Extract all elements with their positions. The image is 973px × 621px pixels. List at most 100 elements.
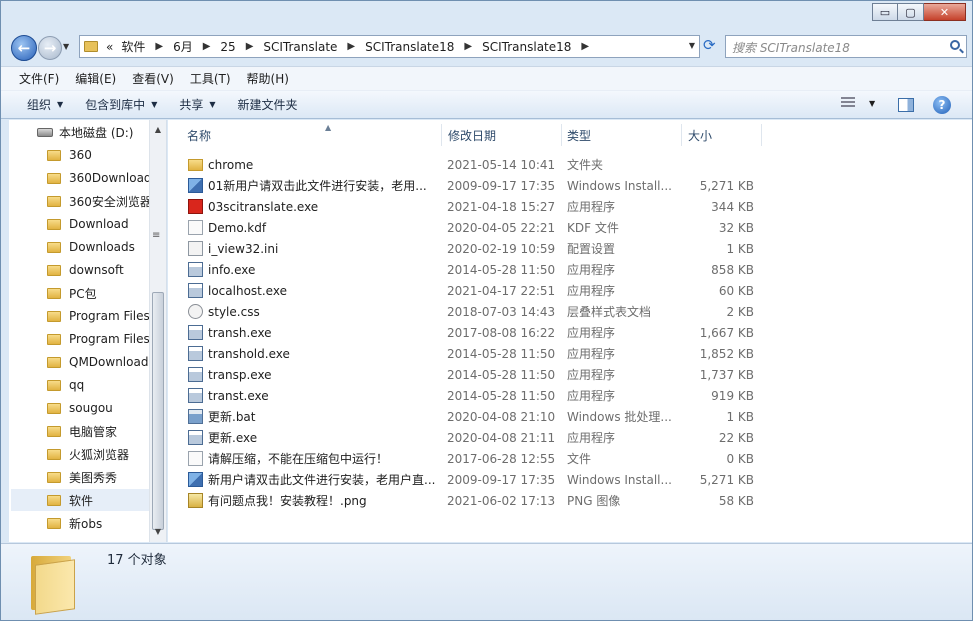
tree-item[interactable]: 360Download [47,167,157,189]
tree-item[interactable]: Downloads [47,236,157,258]
column-divider[interactable] [561,124,562,146]
file-row[interactable]: Demo.kdf 2020-04-05 22:21 KDF 文件 32 KB [184,217,764,238]
chevron-right-icon[interactable]: ▶ [575,41,595,52]
file-row[interactable]: 03scitranslate.exe 2021-04-18 15:27 应用程序 34… [184,196,764,217]
tree-item[interactable]: sougou [47,397,157,419]
menu-file[interactable]: 文件(F) [11,70,67,87]
new-folder-button[interactable]: 新建文件夹 [230,96,312,113]
breadcrumb-overflow[interactable]: « [102,40,117,54]
search-input[interactable]: 搜索 SCITranslate18 [725,35,967,58]
maximize-button[interactable]: ▢ [898,3,924,21]
help-icon[interactable]: ? [933,96,951,114]
tree-item-label: sougou [69,401,113,415]
back-button[interactable]: ← [11,35,37,61]
column-header-date[interactable]: 修改日期 [448,124,496,146]
change-view-button[interactable]: ▼ [841,97,875,109]
file-row[interactable]: chrome 2021-05-14 10:41 文件夹 [184,154,764,175]
chevron-right-icon[interactable]: ▶ [240,41,260,52]
tree-item-label: 360安全浏览器 [69,194,152,209]
minimize-button[interactable]: ▭ [872,3,898,21]
include-in-library-button[interactable]: 包含到库中 ▼ [77,96,171,113]
preview-pane-icon[interactable] [898,98,914,112]
tree-item[interactable]: QMDownload [47,351,157,373]
refresh-icon[interactable]: ⟳ [703,38,721,54]
file-row[interactable]: 请解压缩，不能在压缩包中运行！ 2017-06-28 12:55 文件 0 KB [184,448,764,469]
file-row[interactable]: localhost.exe 2021-04-17 22:51 应用程序 60 KB [184,280,764,301]
column-divider[interactable] [441,124,442,146]
tree-item[interactable]: 新obs [47,512,157,534]
menu-edit[interactable]: 编辑(E) [67,70,124,87]
chevron-right-icon[interactable]: ▶ [149,41,169,52]
file-row[interactable]: 01新用户请双击此文件进行安装，老用... 2009-09-17 17:35 Win… [184,175,764,196]
address-history-dropdown[interactable]: ▼ [689,41,695,50]
file-row[interactable]: info.exe 2014-05-28 11:50 应用程序 858 KB [184,259,764,280]
breadcrumb-item[interactable]: 软件 [117,38,149,55]
file-size: 32 KB [718,220,754,235]
file-row[interactable]: 有问题点我！安装教程！.png 2021-06-02 17:13 PNG 图像 58 … [184,490,764,511]
folder-icon [47,218,61,230]
menu-view[interactable]: 查看(V) [124,70,182,87]
file-name: 更新.bat [208,410,256,424]
chevron-right-icon[interactable]: ▶ [458,41,478,52]
recent-pages-dropdown[interactable]: ▼ [63,42,69,51]
folder-icon [47,379,61,391]
column-header-type[interactable]: 类型 [567,124,591,146]
file-row[interactable]: transhold.exe 2014-05-28 11:50 应用程序 1,852 K… [184,343,764,364]
tree-item[interactable]: 电脑管家 [47,420,157,442]
file-row[interactable]: 更新.bat 2020-04-08 21:10 Windows 批处理... 1 KB [184,406,764,427]
close-button[interactable]: ✕ [924,3,966,21]
tree-item[interactable]: 火狐浏览器 [47,443,157,465]
file-name-cell: 更新.bat [188,408,438,425]
exe-icon [188,388,203,403]
menu-tools[interactable]: 工具(T) [182,70,239,87]
menu-help[interactable]: 帮助(H) [239,70,297,87]
scroll-up-icon[interactable]: ▲ [150,122,166,138]
file-row[interactable]: transp.exe 2014-05-28 11:50 应用程序 1,737 KB [184,364,764,385]
file-row[interactable]: style.css 2018-07-03 14:43 层叠样式表文档 2 KB [184,301,764,322]
breadcrumb-item[interactable]: 25 [216,40,239,54]
column-divider[interactable] [761,124,762,146]
nav-scrollbar[interactable]: ▲ ≡ ▼ [149,120,166,542]
file-row[interactable]: 更新.exe 2020-04-08 21:11 应用程序 22 KB [184,427,764,448]
chevron-right-icon[interactable]: ▶ [197,41,217,52]
search-icon[interactable] [950,40,960,50]
tree-item[interactable]: Program Files [47,328,157,350]
file-size: 858 KB [711,262,754,277]
scroll-thumb[interactable] [152,292,164,530]
tree-item[interactable]: Program Files [47,305,157,327]
chevron-right-icon[interactable]: ▶ [341,41,361,52]
breadcrumb-item[interactable]: 6月 [169,38,197,55]
file-row[interactable]: transh.exe 2017-08-08 16:22 应用程序 1,667 KB [184,322,764,343]
folder-icon [47,264,61,276]
tree-item[interactable]: downsoft [47,259,157,281]
address-bar[interactable]: « 软件 ▶ 6月 ▶ 25 ▶ SCITranslate ▶ SCITranslate… [79,35,700,58]
organize-button[interactable]: 组织 ▼ [19,96,77,113]
folder-icon [47,287,61,299]
tree-drive[interactable]: 本地磁盘 (D:) [37,124,133,141]
file-row[interactable]: transt.exe 2014-05-28 11:50 应用程序 919 KB [184,385,764,406]
breadcrumb-item[interactable]: SCITranslate18 [478,40,575,54]
file-name: chrome [208,157,254,172]
column-header-name[interactable]: 名称 ▲ [187,123,331,146]
exe-icon [188,346,203,361]
tree-item-label: 火狐浏览器 [69,447,130,462]
file-type: 文件 [567,452,592,466]
tree-item[interactable]: qq [47,374,157,396]
tree-item-label: 电脑管家 [69,424,118,439]
tree-item[interactable]: 360安全浏览器 [47,190,157,212]
forward-button[interactable]: → [38,36,62,60]
exe-icon [188,430,203,445]
column-divider[interactable] [681,124,682,146]
tree-item[interactable]: Download [47,213,157,235]
scroll-down-icon[interactable]: ▼ [150,524,166,540]
breadcrumb-item[interactable]: SCITranslate18 [361,40,458,54]
file-row[interactable]: i_view32.ini 2020-02-19 10:59 配置设置 1 KB [184,238,764,259]
file-row[interactable]: 新用户请双击此文件进行安装，老用户直... 2009-09-17 17:35 Win… [184,469,764,490]
column-header-size[interactable]: 大小 [688,124,712,146]
tree-item[interactable]: 软件 [11,489,149,511]
tree-item[interactable]: 360 [47,144,157,166]
breadcrumb-item[interactable]: SCITranslate [259,40,341,54]
tree-item[interactable]: 美图秀秀 [47,466,157,488]
share-button[interactable]: 共享 ▼ [171,96,229,113]
tree-item[interactable]: PC包 [47,282,157,304]
